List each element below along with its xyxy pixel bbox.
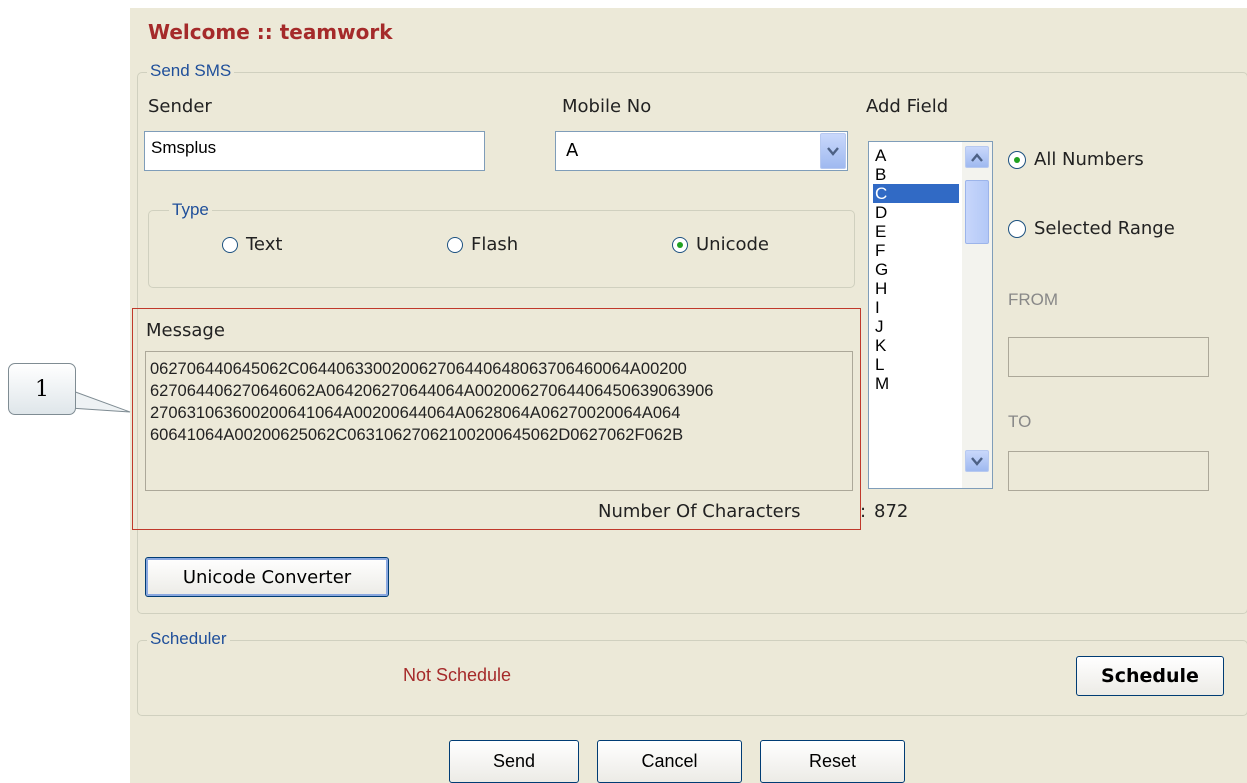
message-line: 062706440645062C064406330020062706440648… [150, 360, 687, 378]
add-field-label: Add Field [866, 96, 949, 117]
list-item-selected[interactable]: C [873, 184, 959, 203]
type-legend: Type [169, 200, 212, 220]
cancel-button[interactable]: Cancel [597, 740, 742, 783]
list-item[interactable]: H [873, 279, 959, 298]
scheduler-legend: Scheduler [147, 629, 230, 649]
type-flash-radio[interactable]: Flash [447, 234, 518, 255]
all-numbers-radio[interactable]: All Numbers [1008, 149, 1144, 170]
from-input[interactable] [1008, 337, 1209, 377]
sender-label: Sender [148, 96, 212, 117]
radio-circle-icon [222, 236, 238, 253]
welcome-title: Welcome :: teamwork [148, 20, 393, 44]
send-sms-legend: Send SMS [147, 61, 235, 81]
from-label: FROM [1008, 290, 1059, 309]
selected-range-radio[interactable]: Selected Range [1008, 218, 1175, 239]
to-input[interactable] [1008, 451, 1209, 491]
message-line: 270631063600200641064A00200644064A062806… [150, 404, 681, 422]
list-item[interactable]: E [873, 222, 959, 241]
char-count-value: 872 [874, 501, 909, 522]
message-textarea[interactable]: 062706440645062C064406330020062706440648… [145, 351, 853, 491]
scrollbar-thumb[interactable] [965, 180, 989, 244]
reset-button[interactable]: Reset [760, 740, 905, 783]
to-label: TO [1008, 412, 1032, 431]
chevron-down-icon[interactable] [965, 450, 989, 472]
list-item[interactable]: G [873, 260, 959, 279]
list-item[interactable]: J [873, 317, 959, 336]
mobile-no-select[interactable]: A [555, 131, 848, 171]
list-item[interactable]: F [873, 241, 959, 260]
char-count-separator: : [860, 501, 867, 522]
mobile-no-label: Mobile No [562, 96, 652, 117]
type-flash-label: Flash [471, 234, 519, 255]
list-item[interactable]: M [873, 374, 959, 393]
chevron-down-icon[interactable] [820, 133, 846, 169]
type-unicode-label: Unicode [696, 234, 769, 255]
message-label: Message [146, 320, 225, 341]
type-text-radio[interactable]: Text [222, 234, 282, 255]
type-unicode-radio[interactable]: Unicode [672, 234, 769, 255]
message-line: 60641064A00200625062C0631062706210020064… [150, 426, 684, 444]
unicode-converter-button[interactable]: Unicode Converter [145, 557, 389, 597]
callout-badge: 1 [8, 363, 76, 415]
radio-circle-icon [447, 236, 463, 253]
radio-selected-icon [1008, 150, 1026, 169]
list-item[interactable]: B [873, 165, 959, 184]
sender-field[interactable]: Smsplus [144, 131, 485, 171]
all-numbers-label: All Numbers [1034, 149, 1144, 170]
chevron-up-icon[interactable] [965, 146, 989, 168]
radio-circle-icon [1008, 219, 1026, 238]
radio-selected-icon [672, 236, 688, 253]
list-item[interactable]: D [873, 203, 959, 222]
list-item[interactable]: K [873, 336, 959, 355]
add-field-listbox[interactable]: A B C D E F G H I J K L M [868, 141, 993, 489]
list-item[interactable]: I [873, 298, 959, 317]
send-button[interactable]: Send [449, 740, 579, 783]
schedule-status: Not Schedule [403, 665, 512, 685]
list-item[interactable]: A [873, 146, 959, 165]
schedule-button[interactable]: Schedule [1076, 656, 1224, 696]
message-line: 627064406270646062A064206270644064A00200… [150, 382, 714, 400]
mobile-no-value: A [566, 140, 579, 161]
list-item[interactable]: L [873, 355, 959, 374]
selected-range-label: Selected Range [1034, 218, 1175, 239]
char-count-label: Number Of Characters [598, 501, 801, 522]
type-text-label: Text [246, 234, 283, 255]
listbox-scrollbar[interactable] [962, 142, 992, 488]
